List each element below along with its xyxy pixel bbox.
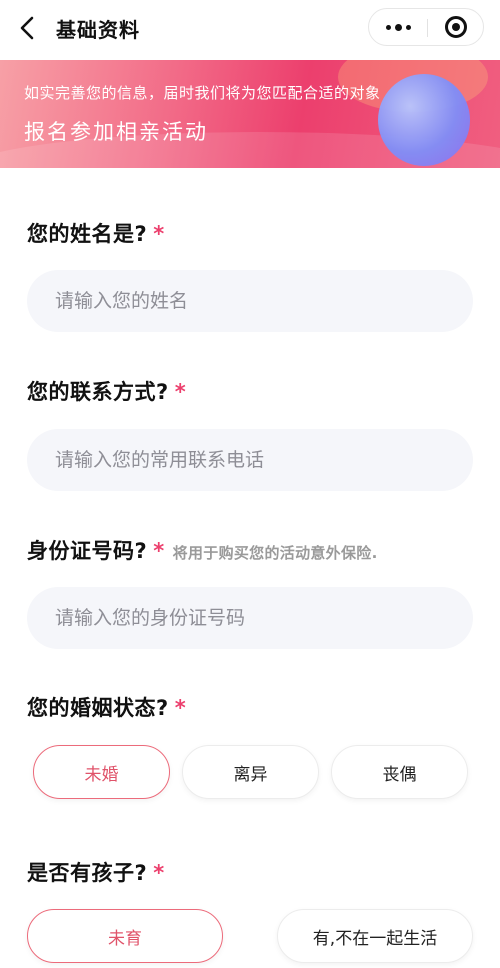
- banner-orb: [378, 74, 470, 166]
- banner-subtitle: 如实完善您的信息，届时我们将为您匹配合适的对象: [24, 84, 381, 102]
- children-question: 是否有孩子? *: [27, 857, 165, 887]
- children-option-none[interactable]: 未育: [27, 909, 223, 963]
- name-question: 您的姓名是? *: [27, 218, 165, 248]
- more-dots-icon[interactable]: [369, 9, 427, 45]
- promo-banner: 如实完善您的信息，届时我们将为您匹配合适的对象 报名参加相亲活动: [0, 60, 500, 168]
- banner-title: 报名参加相亲活动: [24, 120, 208, 144]
- chevron-left-icon[interactable]: [16, 14, 40, 42]
- marital-option-unmarried[interactable]: 未婚: [33, 745, 170, 799]
- contact-input[interactable]: [27, 429, 473, 491]
- marital-question: 您的婚姻状态? *: [27, 692, 186, 722]
- id-number-label: 身份证号码?: [27, 539, 148, 563]
- marital-option-widowed[interactable]: 丧偶: [331, 745, 468, 799]
- name-label: 您的姓名是?: [27, 222, 148, 246]
- id-number-hint: 将用于购买您的活动意外保险.: [172, 544, 378, 562]
- required-mark: *: [174, 696, 187, 720]
- contact-question: 您的联系方式? *: [27, 376, 186, 406]
- required-mark: *: [153, 222, 165, 246]
- required-mark: *: [153, 539, 165, 563]
- name-input[interactable]: [27, 270, 473, 332]
- children-option-not-living-together[interactable]: 有,不在一起生活: [277, 909, 473, 963]
- marital-option-divorced[interactable]: 离异: [182, 745, 319, 799]
- page-title: 基础资料: [56, 18, 140, 42]
- required-mark: *: [153, 861, 165, 885]
- required-mark: *: [174, 380, 187, 404]
- target-close-icon[interactable]: [428, 9, 484, 45]
- children-label: 是否有孩子?: [27, 861, 148, 885]
- id-number-input[interactable]: [27, 587, 473, 649]
- contact-label: 您的联系方式?: [27, 380, 169, 404]
- marital-label: 您的婚姻状态?: [27, 696, 169, 720]
- id-number-question: 身份证号码? * 将用于购买您的活动意外保险.: [27, 535, 378, 565]
- nav-bar: 基础资料: [0, 0, 500, 56]
- mini-program-capsule: [368, 8, 484, 46]
